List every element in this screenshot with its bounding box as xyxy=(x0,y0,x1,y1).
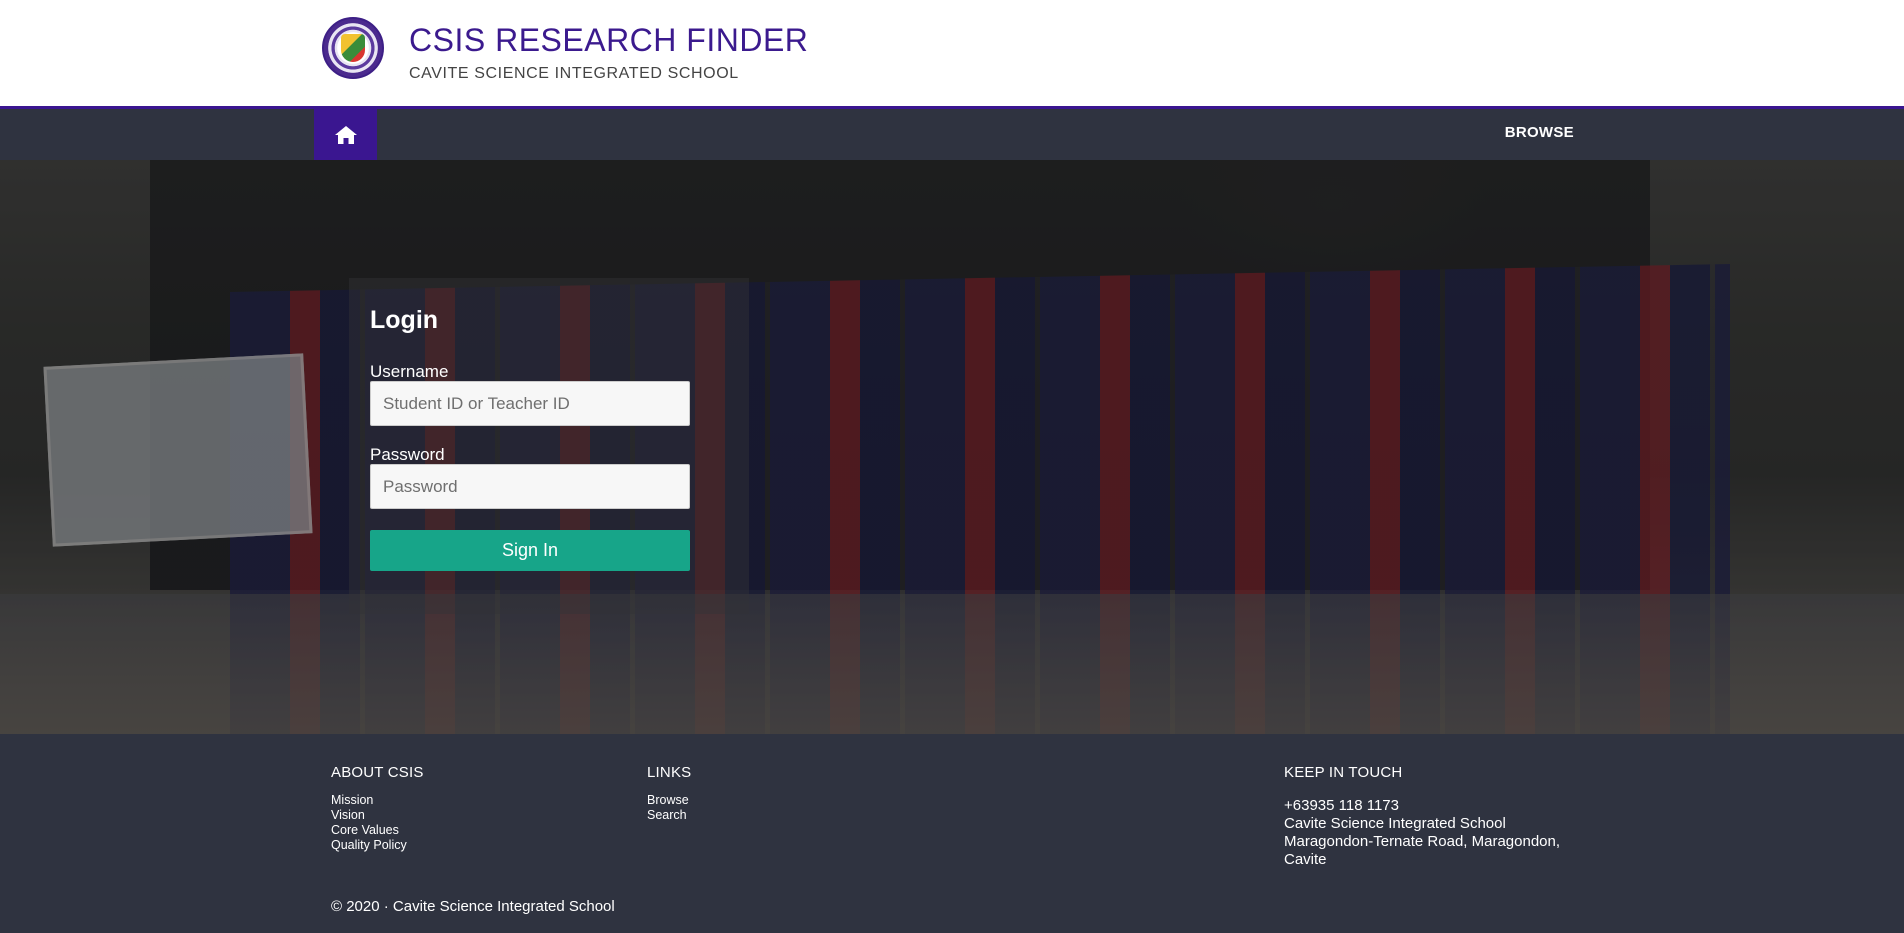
home-button[interactable] xyxy=(314,109,377,160)
contact-address-line2: Cavite xyxy=(1284,851,1327,868)
footer-link-core-values[interactable]: Core Values xyxy=(331,823,424,838)
password-input[interactable] xyxy=(370,464,690,509)
footer-link-browse[interactable]: Browse xyxy=(647,793,691,808)
footer-links-column: LINKS Browse Search xyxy=(647,764,691,823)
site-subtitle: CAVITE SCIENCE INTEGRATED SCHOOL xyxy=(409,65,739,82)
username-label: Username xyxy=(370,362,449,381)
site-title[interactable]: CSIS RESEARCH FINDER xyxy=(409,22,808,59)
site-header: CSIS RESEARCH FINDER CAVITE SCIENCE INTE… xyxy=(0,0,1904,106)
footer-link-quality-policy[interactable]: Quality Policy xyxy=(331,838,424,853)
seal-emblem xyxy=(341,34,365,62)
school-seal-logo[interactable] xyxy=(322,17,384,79)
login-panel: Login Username Password Sign In xyxy=(349,278,749,614)
site-footer: ABOUT CSIS Mission Vision Core Values Qu… xyxy=(0,734,1904,933)
nav-bar: BROWSE xyxy=(0,106,1904,160)
footer-link-vision[interactable]: Vision xyxy=(331,808,424,823)
hero-overlay xyxy=(0,160,1904,734)
sign-in-button[interactable]: Sign In xyxy=(370,530,690,571)
copyright-text: © 2020 · Cavite Science Integrated Schoo… xyxy=(331,898,615,915)
contact-phone: +63935 118 1173 xyxy=(1284,797,1399,814)
footer-link-mission[interactable]: Mission xyxy=(331,793,424,808)
footer-link-search[interactable]: Search xyxy=(647,808,691,823)
footer-contact-column: KEEP IN TOUCH +63935 118 1173 Cavite Sci… xyxy=(1284,764,1560,869)
footer-about-column: ABOUT CSIS Mission Vision Core Values Qu… xyxy=(331,764,424,853)
footer-links-heading: LINKS xyxy=(647,764,692,781)
contact-school: Cavite Science Integrated School xyxy=(1284,815,1506,832)
password-label: Password xyxy=(370,445,445,464)
footer-about-heading: ABOUT CSIS xyxy=(331,764,424,781)
home-icon xyxy=(334,125,357,144)
nav-browse-link[interactable]: BROWSE xyxy=(1505,124,1574,141)
username-input[interactable] xyxy=(370,381,690,426)
hero-banner: Login Username Password Sign In xyxy=(0,160,1904,734)
footer-contact-heading: KEEP IN TOUCH xyxy=(1284,764,1403,781)
contact-address-line1: Maragondon-Ternate Road, Maragondon, xyxy=(1284,833,1561,850)
login-title: Login xyxy=(370,306,439,334)
